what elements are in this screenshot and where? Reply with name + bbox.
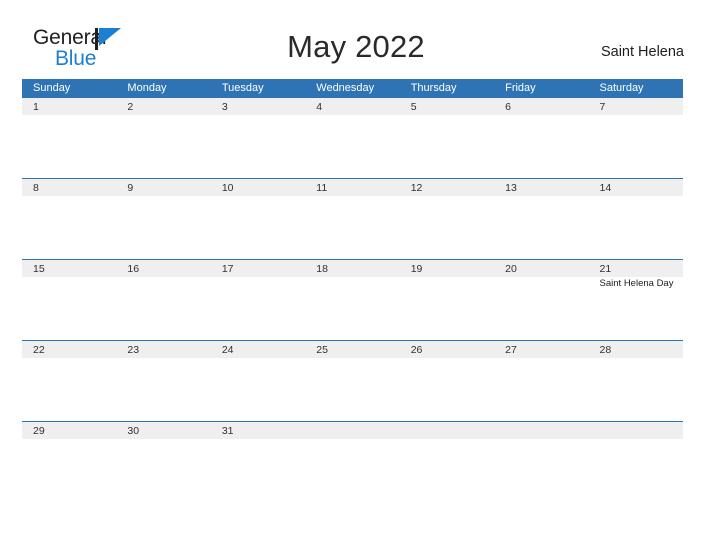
day-number: 24 (221, 344, 234, 356)
weekday-header-saturday: Saturday (599, 82, 644, 94)
day-number: 7 (599, 101, 606, 113)
day-number: 15 (33, 263, 45, 275)
day-cell[interactable]: 27 (494, 341, 588, 421)
day-cell[interactable]: 17 (211, 260, 305, 340)
day-number: 12 (410, 182, 423, 194)
day-cell-empty (589, 422, 683, 502)
day-number: 27 (505, 344, 517, 356)
day-cell[interactable]: 1 (22, 98, 116, 178)
calendar-grid: Sunday Monday Tuesday Wednesday Thursday… (22, 79, 683, 502)
day-cell[interactable]: 8 (22, 179, 116, 259)
day-cell[interactable]: 6 (494, 98, 588, 178)
day-cell[interactable]: 19 (400, 260, 494, 340)
day-number: 8 (33, 182, 39, 194)
weekday-header-friday: Friday (505, 82, 536, 94)
week-row: 29 30 31 (22, 421, 683, 502)
day-cell[interactable]: 5 (400, 98, 494, 178)
day-cell[interactable]: 22 (22, 341, 116, 421)
day-cell[interactable]: 30 (116, 422, 210, 502)
weekday-header-thursday: Thursday (410, 82, 457, 94)
day-number: 31 (221, 425, 234, 437)
day-cell[interactable]: 29 (22, 422, 116, 502)
day-number: 1 (33, 101, 39, 113)
day-cell[interactable]: 2 (116, 98, 210, 178)
day-number: 20 (505, 263, 517, 275)
day-cell-empty (400, 422, 494, 502)
day-cell[interactable]: 24 (211, 341, 305, 421)
day-number: 5 (410, 101, 417, 113)
day-number: 2 (127, 101, 134, 113)
day-number: 28 (599, 344, 612, 356)
day-cell[interactable]: 9 (116, 179, 210, 259)
weekday-header-tuesday: Tuesday (221, 82, 264, 94)
region-label: Saint Helena (600, 44, 684, 60)
day-cell[interactable]: 18 (305, 260, 399, 340)
day-cell[interactable]: 12 (400, 179, 494, 259)
day-number: 10 (221, 182, 234, 194)
weekday-header-monday: Monday (127, 82, 167, 94)
day-number: 19 (410, 263, 423, 275)
day-number: 4 (316, 101, 323, 113)
event-label: Saint Helena Day (599, 278, 674, 289)
week-row: 1 2 3 4 5 6 7 (22, 97, 683, 178)
day-number: 14 (599, 182, 612, 194)
page-header: General Blue May 2022 Saint Helena (0, 0, 712, 69)
day-number: 13 (505, 182, 517, 194)
day-number: 23 (127, 344, 140, 356)
day-number: 6 (505, 101, 511, 113)
day-cell[interactable]: 10 (211, 179, 305, 259)
day-cell-empty (494, 422, 588, 502)
day-number: 9 (127, 182, 134, 194)
day-cell[interactable]: 26 (400, 341, 494, 421)
day-number: 26 (410, 344, 423, 356)
day-cell[interactable]: 13 (494, 179, 588, 259)
day-number: 17 (221, 263, 234, 275)
day-cell[interactable]: 14 (589, 179, 683, 259)
day-number: 25 (316, 344, 328, 356)
day-number: 22 (33, 344, 45, 356)
day-cell[interactable]: 15 (22, 260, 116, 340)
day-cell[interactable]: 28 (589, 341, 683, 421)
day-cell[interactable]: 7 (589, 98, 683, 178)
day-cell-empty (305, 422, 399, 502)
day-cell[interactable]: 20 (494, 260, 588, 340)
day-number: 3 (221, 101, 228, 113)
week-row: 8 9 10 11 12 13 14 (22, 178, 683, 259)
day-cell[interactable]: 3 (211, 98, 305, 178)
day-cell[interactable]: 25 (305, 341, 399, 421)
day-cell[interactable]: 21 Saint Helena Day (589, 260, 683, 340)
day-number: 16 (127, 263, 140, 275)
day-number: 11 (316, 182, 328, 194)
weekday-header-row: Sunday Monday Tuesday Wednesday Thursday… (22, 79, 683, 97)
weekday-header-wednesday: Wednesday (316, 82, 375, 94)
day-cell[interactable]: 16 (116, 260, 210, 340)
day-cell[interactable]: 31 (211, 422, 305, 502)
day-number: 21 (599, 263, 612, 275)
day-cell[interactable]: 4 (305, 98, 399, 178)
week-row: 15 16 17 18 19 20 21 Saint Helena Day (22, 259, 683, 340)
day-events: Saint Helena Day (600, 277, 683, 290)
day-cell[interactable]: 11 (305, 179, 399, 259)
day-number: 18 (316, 263, 328, 275)
week-row: 22 23 24 25 26 27 28 (22, 340, 683, 421)
day-cell[interactable]: 23 (116, 341, 210, 421)
day-number: 30 (127, 425, 140, 437)
day-number: 29 (33, 425, 45, 437)
weekday-header-sunday: Sunday (33, 82, 71, 94)
